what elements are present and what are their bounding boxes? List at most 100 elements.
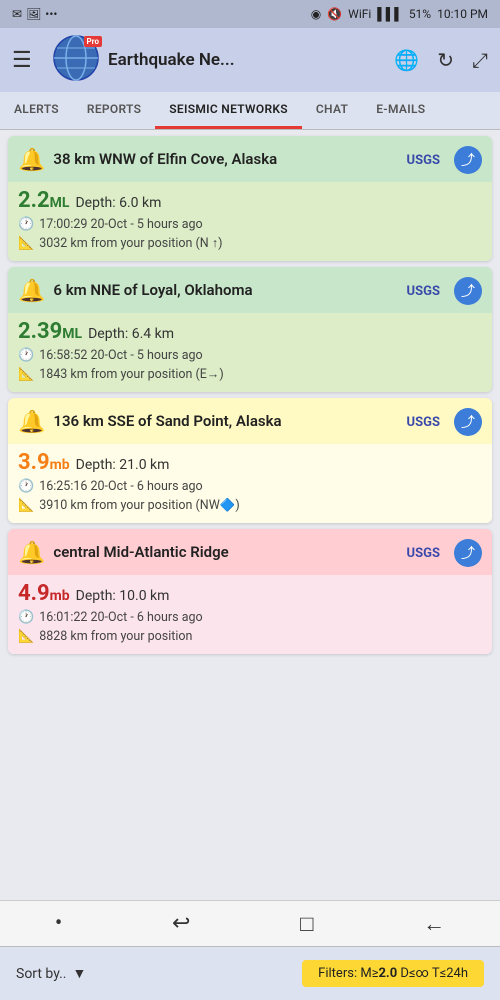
eq-card-2-body: 2.39ML Depth: 6.4 km 🕐 16:58:52 20-Oct - … <box>8 313 492 392</box>
eq-distance-2: 📐 1843 km from your position (E→) <box>18 367 482 382</box>
eq-magtype-4: mb <box>50 588 70 604</box>
eq-time-2: 🕐 16:58:52 20-Oct - 5 hours ago <box>18 348 482 363</box>
clock-icon-4: 🕐 <box>18 610 34 625</box>
nav-back-icon[interactable]: ← <box>423 911 445 937</box>
share-icon-4: ⤴ <box>461 543 475 563</box>
eq-time-4: 🕐 16:01:22 20-Oct - 6 hours ago <box>18 610 482 625</box>
header-icons: 🌐 ↻ ⤢ <box>394 48 488 72</box>
menu-icon[interactable]: ☰ <box>12 48 42 73</box>
eq-distance-4: 📐 8828 km from your position <box>18 629 482 644</box>
distance-icon-1: 📐 <box>18 236 34 251</box>
logo-wrapper: Pro <box>52 34 100 86</box>
sort-dropdown-icon: ▼ <box>73 965 87 982</box>
eq-source-3: USGS <box>407 415 440 430</box>
eq-card-3-body: 3.9mb Depth: 21.0 km 🕐 16:25:16 20-Oct - … <box>8 444 492 523</box>
eq-card-3-header: 🔔 136 km SSE of Sand Point, Alaska USGS … <box>8 398 492 444</box>
status-bar: ✉ 🖼 ••• ◉ 🔇 WiFi ▌▌▌ 51% 10:10 PM <box>0 0 500 28</box>
time-display: 10:10 PM <box>437 7 488 21</box>
tab-reports[interactable]: REPORTS <box>73 92 155 129</box>
bottom-bar: Sort by.. ▼ Filters: M≥2.0 D≤∞ T≤24h <box>0 946 500 1000</box>
alert-icon-4: 🔔 <box>18 541 45 566</box>
eq-depth-2: Depth: 6.4 km <box>88 326 174 342</box>
tab-chat[interactable]: CHAT <box>302 92 362 129</box>
tab-emails[interactable]: E-MAILS <box>362 92 439 129</box>
app-header: ☰ Pro Earthquake Ne... 🌐 ↻ ⤢ <box>0 28 500 92</box>
eq-depth-4: Depth: 10.0 km <box>76 588 170 604</box>
eq-magnitude-1: 2.2 <box>18 188 50 213</box>
nav-dot-icon[interactable]: • <box>55 911 62 936</box>
share-button-3[interactable]: ⤴ <box>454 408 482 436</box>
wifi-icon: WiFi <box>348 7 371 21</box>
eq-distance-3: 📐 3910 km from your position (NW🔷) <box>18 498 482 513</box>
expand-icon[interactable]: ⤢ <box>472 48 488 72</box>
share-icon-3: ⤴ <box>461 412 475 432</box>
eq-magtype-3: mb <box>50 457 70 473</box>
eq-time-1: 🕐 17:00:29 20-Oct - 5 hours ago <box>18 217 482 232</box>
status-bar-left: ✉ 🖼 ••• <box>12 7 57 21</box>
mail-icon: ✉ <box>12 7 22 21</box>
eq-card-1-body: 2.2MLDepth: 6.0 km 🕐 17:00:29 20-Oct - 5… <box>8 182 492 261</box>
eq-depth-3: Depth: 21.0 km <box>76 457 170 473</box>
earthquake-card-4: 🔔 central Mid-Atlantic Ridge USGS ⤴ 4.9m… <box>8 529 492 654</box>
eq-time-3: 🕐 16:25:16 20-Oct - 6 hours ago <box>18 479 482 494</box>
earthquake-list: 🔔 38 km WNW of Elfin Cove, Alaska USGS ⤴… <box>0 130 500 764</box>
mute-icon: 🔇 <box>327 7 342 21</box>
battery-level: 51% <box>409 7 431 21</box>
alert-icon-2: 🔔 <box>18 279 45 304</box>
distance-icon-3: 📐 <box>18 498 34 513</box>
location-icon: ◉ <box>311 7 321 21</box>
eq-location-3: 136 km SSE of Sand Point, Alaska <box>53 412 398 432</box>
eq-magtype-2: ML <box>62 326 82 342</box>
eq-source-1: USGS <box>407 153 440 168</box>
camera-icon: 🖼 <box>26 7 41 21</box>
signal-icon: ▌▌▌ <box>377 7 403 21</box>
earthquake-card-1: 🔔 38 km WNW of Elfin Cove, Alaska USGS ⤴… <box>8 136 492 261</box>
eq-card-4-body: 4.9mb Depth: 10.0 km 🕐 16:01:22 20-Oct - … <box>8 575 492 654</box>
distance-icon-2: 📐 <box>18 367 34 382</box>
signal-dots-icon: ••• <box>45 7 57 21</box>
eq-location-4: central Mid-Atlantic Ridge <box>53 543 398 563</box>
globe-icon[interactable]: 🌐 <box>394 48 419 72</box>
eq-card-1-header: 🔔 38 km WNW of Elfin Cove, Alaska USGS ⤴ <box>8 136 492 182</box>
tab-seismic-networks[interactable]: SEISMIC NETWORKS <box>155 92 302 129</box>
tab-bar: ALERTS REPORTS SEISMIC NETWORKS CHAT E-M… <box>0 92 500 130</box>
share-button-1[interactable]: ⤴ <box>454 146 482 174</box>
distance-icon-4: 📐 <box>18 629 34 644</box>
share-icon-1: ⤴ <box>461 150 475 170</box>
alert-icon-3: 🔔 <box>18 410 45 435</box>
sort-label: Sort by.. <box>16 966 67 982</box>
logo-area: Pro Earthquake Ne... <box>52 34 384 86</box>
nav-home-icon[interactable]: □ <box>300 911 313 937</box>
share-button-4[interactable]: ⤴ <box>454 539 482 567</box>
eq-location-2: 6 km NNE of Loyal, Oklahoma <box>53 281 398 301</box>
eq-magnitude-2: 2.39 <box>18 319 62 344</box>
filter-params: D≤∞ T≤24h <box>397 966 468 981</box>
alert-icon-1: 🔔 <box>18 148 45 173</box>
eq-magnitude-3: 3.9 <box>18 450 50 475</box>
eq-card-4-header: 🔔 central Mid-Atlantic Ridge USGS ⤴ <box>8 529 492 575</box>
clock-icon-1: 🕐 <box>18 217 34 232</box>
eq-source-4: USGS <box>407 546 440 561</box>
clock-icon-2: 🕐 <box>18 348 34 363</box>
eq-magnitude-4: 4.9 <box>18 581 50 606</box>
tab-alerts[interactable]: ALERTS <box>0 92 73 129</box>
sort-section[interactable]: Sort by.. ▼ <box>16 965 86 982</box>
nav-return-icon[interactable]: ↩ <box>172 911 190 936</box>
pro-badge: Pro <box>84 36 102 47</box>
refresh-icon[interactable]: ↻ <box>437 48 454 72</box>
nav-bar: • ↩ □ ← <box>0 900 500 946</box>
filter-label: Filters: M≥ <box>318 966 378 981</box>
eq-distance-1: 📐 3032 km from your position (N ↑) <box>18 236 482 251</box>
eq-card-2-header: 🔔 6 km NNE of Loyal, Oklahoma USGS ⤴ <box>8 267 492 313</box>
status-bar-right: ◉ 🔇 WiFi ▌▌▌ 51% 10:10 PM <box>311 7 488 21</box>
share-icon-2: ⤴ <box>461 281 475 301</box>
share-button-2[interactable]: ⤴ <box>454 277 482 305</box>
eq-location-1: 38 km WNW of Elfin Cove, Alaska <box>53 150 398 170</box>
filter-magnitude: 2.0 <box>378 966 397 981</box>
earthquake-card-2: 🔔 6 km NNE of Loyal, Oklahoma USGS ⤴ 2.3… <box>8 267 492 392</box>
eq-source-2: USGS <box>407 284 440 299</box>
eq-magtype-1: ML <box>50 195 70 211</box>
filter-section[interactable]: Filters: M≥2.0 D≤∞ T≤24h <box>302 960 484 987</box>
earthquake-card-3: 🔔 136 km SSE of Sand Point, Alaska USGS … <box>8 398 492 523</box>
app-title: Earthquake Ne... <box>108 50 235 70</box>
